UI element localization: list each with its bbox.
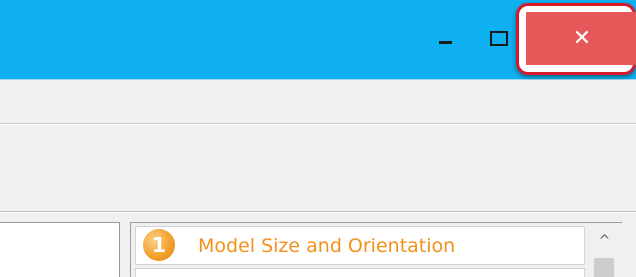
- maximize-icon: [490, 31, 508, 46]
- step-item-next[interactable]: [135, 268, 585, 277]
- step-number-icon: 1: [143, 229, 175, 261]
- toolbar: [0, 125, 636, 212]
- model-view-panel[interactable]: [0, 222, 120, 277]
- minimize-button[interactable]: [428, 12, 470, 62]
- scroll-up-arrow-icon[interactable]: ^: [591, 226, 618, 256]
- step-label: Model Size and Orientation: [198, 235, 456, 257]
- menu-bar: [0, 80, 636, 124]
- scroll-thumb[interactable]: [594, 258, 614, 277]
- close-icon: ✕: [572, 26, 592, 51]
- window-right-edge: [622, 213, 636, 277]
- minimize-icon: [439, 41, 452, 44]
- close-button[interactable]: ✕: [526, 12, 636, 65]
